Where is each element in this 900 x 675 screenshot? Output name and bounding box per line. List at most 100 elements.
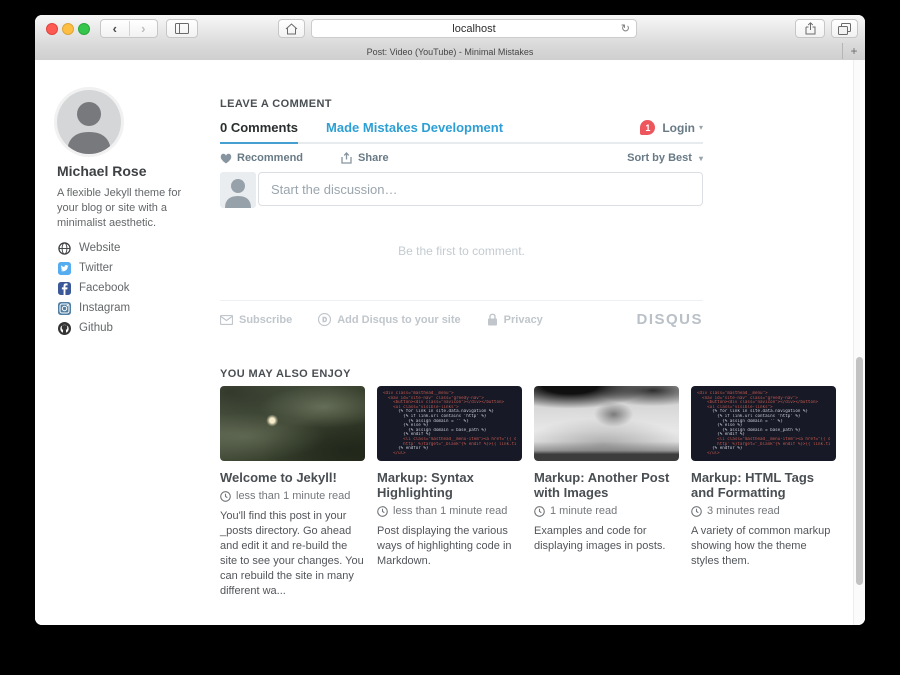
post-title[interactable]: Markup: Another Post with Images — [534, 470, 679, 500]
related-post-card[interactable]: Markup: Another Post with Images 1 minut… — [534, 386, 679, 554]
minimize-window-button[interactable] — [62, 23, 74, 35]
sort-label: Sort by Best — [627, 152, 692, 164]
tab-bar: Post: Video (YouTube) - Minimal Mistakes… — [35, 43, 865, 61]
page-content: Michael Rose A flexible Jekyll theme for… — [35, 60, 865, 625]
share-button[interactable] — [795, 19, 825, 38]
active-tab-title[interactable]: Post: Video (YouTube) - Minimal Mistakes — [367, 47, 534, 57]
author-link-label: Facebook — [79, 282, 130, 294]
show-all-tabs-button[interactable] — [831, 19, 858, 38]
scrollbar-thumb[interactable] — [856, 357, 863, 585]
sidebar-toggle-button[interactable] — [166, 19, 198, 38]
instagram-icon — [57, 301, 71, 315]
author-link-facebook[interactable]: Facebook — [57, 278, 130, 298]
person-silhouette-icon — [220, 172, 256, 208]
author-name: Michael Rose — [57, 163, 146, 179]
sidebar-icon — [175, 23, 189, 34]
no-comments-message: Be the first to comment. — [220, 244, 703, 258]
login-control[interactable]: 1 Login ▾ — [640, 120, 703, 135]
zoom-window-button[interactable] — [78, 23, 90, 35]
related-section-title: YOU MAY ALSO ENJOY — [220, 368, 351, 380]
share-comments-button[interactable]: Share — [341, 152, 389, 164]
login-label: Login — [662, 121, 695, 135]
facebook-icon — [57, 281, 71, 295]
lock-icon — [487, 313, 498, 326]
read-time: less than 1 minute read — [236, 490, 350, 502]
comment-compose-box — [220, 172, 703, 208]
post-meta: less than 1 minute read — [377, 505, 522, 517]
reload-icon[interactable]: ↻ — [621, 22, 630, 35]
tab-community-link[interactable]: Made Mistakes Development — [326, 120, 503, 135]
chevron-down-icon: ▾ — [699, 123, 703, 132]
disqus-action-bar: Recommend Share Sort by Best ▾ — [220, 152, 703, 164]
author-link-instagram[interactable]: Instagram — [57, 298, 130, 318]
comment-input[interactable] — [258, 172, 703, 206]
read-time: 3 minutes read — [707, 505, 780, 517]
disqus-logo[interactable]: DISQUS — [636, 311, 703, 328]
author-link-twitter[interactable]: Twitter — [57, 258, 130, 278]
subscribe-link[interactable]: Subscribe — [220, 314, 292, 326]
post-thumbnail-code-screenshot[interactable]: <div class="masthead__menu"> <nav id="si… — [377, 386, 522, 461]
subscribe-label: Subscribe — [239, 314, 292, 326]
post-excerpt: Examples and code for displaying images … — [534, 524, 679, 554]
sort-by-dropdown[interactable]: Sort by Best ▾ — [627, 152, 703, 164]
share-icon — [805, 22, 816, 35]
chevron-down-icon: ▾ — [699, 154, 703, 163]
share-label: Share — [358, 152, 389, 164]
related-post-card[interactable]: <div class="masthead__menu"> <nav id="si… — [377, 386, 522, 569]
post-title[interactable]: Markup: HTML Tags and Formatting — [691, 470, 836, 500]
globe-icon — [57, 241, 71, 255]
add-disqus-label: Add Disqus to your site — [337, 314, 460, 326]
tab-comment-count[interactable]: 0 Comments — [220, 120, 298, 144]
disqus-d-icon — [318, 313, 331, 326]
disqus-tabs: 0 Comments Made Mistakes Development 1 L… — [220, 120, 703, 144]
author-link-label: Twitter — [79, 262, 113, 274]
comments-section-title: LEAVE A COMMENT — [220, 98, 332, 110]
post-meta: 1 minute read — [534, 505, 679, 517]
disqus-footer: Subscribe Add Disqus to your site Privac… — [220, 300, 703, 328]
related-post-card[interactable]: <div class="masthead__menu"> <nav id="si… — [691, 386, 836, 569]
clock-icon — [377, 506, 388, 517]
post-meta: 3 minutes read — [691, 505, 836, 517]
post-thumbnail-code-screenshot[interactable]: <div class="masthead__menu"> <nav id="si… — [691, 386, 836, 461]
back-button[interactable]: ‹ — [101, 21, 130, 36]
read-time: less than 1 minute read — [393, 505, 507, 517]
post-thumbnail-moss-photo[interactable] — [220, 386, 365, 461]
author-link-label: Github — [79, 322, 113, 334]
new-tab-button[interactable]: + — [842, 43, 865, 59]
post-excerpt: Post displaying the various ways of high… — [377, 524, 522, 569]
recommend-label: Recommend — [237, 152, 303, 164]
post-thumbnail-fog-photo[interactable] — [534, 386, 679, 461]
add-disqus-link[interactable]: Add Disqus to your site — [318, 313, 460, 326]
author-link-label: Website — [79, 242, 120, 254]
post-meta: less than 1 minute read — [220, 490, 365, 502]
author-avatar — [57, 90, 121, 154]
author-bio: A flexible Jekyll theme for your blog or… — [57, 186, 193, 231]
heart-icon — [220, 153, 232, 164]
privacy-link[interactable]: Privacy — [487, 313, 543, 326]
scrollbar-track[interactable] — [853, 60, 865, 625]
close-window-button[interactable] — [46, 23, 58, 35]
clock-icon — [691, 506, 702, 517]
post-title[interactable]: Welcome to Jekyll! — [220, 470, 365, 485]
author-link-github[interactable]: Github — [57, 318, 130, 338]
forward-button[interactable]: › — [130, 21, 158, 36]
author-links: Website Twitter Facebook Instagram Githu… — [57, 238, 130, 338]
privacy-label: Privacy — [504, 314, 543, 326]
recommend-button[interactable]: Recommend — [220, 152, 303, 164]
clock-icon — [534, 506, 545, 517]
envelope-icon — [220, 315, 233, 325]
twitter-icon — [57, 261, 71, 275]
tabs-overview-icon — [838, 23, 851, 35]
notification-badge[interactable]: 1 — [640, 120, 655, 135]
address-bar[interactable]: localhost ↻ — [311, 19, 637, 38]
post-title[interactable]: Markup: Syntax Highlighting — [377, 470, 522, 500]
share-arrow-icon — [341, 152, 353, 164]
person-silhouette-icon — [57, 90, 121, 154]
home-icon — [285, 23, 298, 35]
nav-button-group: ‹ › — [100, 19, 158, 38]
post-excerpt: A variety of common markup showing how t… — [691, 524, 836, 569]
related-post-card[interactable]: Welcome to Jekyll! less than 1 minute re… — [220, 386, 365, 599]
post-excerpt: You'll find this post in your _posts dir… — [220, 509, 365, 599]
author-link-website[interactable]: Website — [57, 238, 130, 258]
home-button[interactable] — [278, 19, 305, 38]
